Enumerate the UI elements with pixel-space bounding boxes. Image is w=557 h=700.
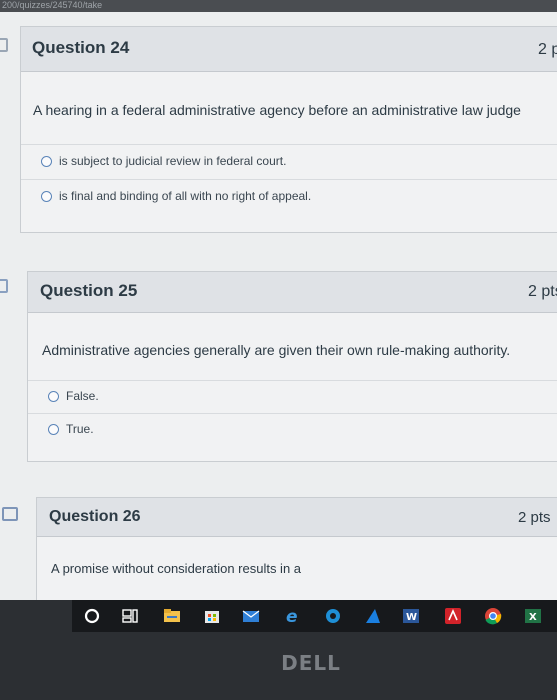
question-card-25: Question 25 2 pts Administrative agencie…: [27, 271, 557, 462]
cortana-icon[interactable]: [83, 607, 101, 625]
question-title: Question 24: [32, 38, 130, 57]
azure-icon[interactable]: [364, 607, 382, 625]
flag-question-icon[interactable]: [0, 279, 8, 293]
question-points: 2 pts: [528, 283, 557, 300]
dell-logo: DELL: [281, 651, 341, 675]
radio-button[interactable]: [41, 191, 52, 202]
question-header: Question 26 2 pts: [37, 498, 557, 537]
edge-icon[interactable]: e: [285, 607, 303, 625]
answer-label[interactable]: is subject to judicial review in federal…: [59, 154, 286, 168]
flag-question-icon[interactable]: [0, 38, 8, 52]
question-title: Question 25: [40, 281, 138, 300]
answer-option[interactable]: True.: [28, 413, 557, 447]
question-header: Question 24 2 p: [21, 27, 557, 72]
file-explorer-icon[interactable]: [163, 607, 181, 625]
radio-button[interactable]: [48, 424, 59, 435]
browser-viewport: 200/quizzes/245740/take Question 24 2 p …: [0, 0, 557, 600]
question-text: A promise without consideration results …: [51, 561, 302, 576]
task-view-icon[interactable]: [121, 607, 139, 625]
answer-label[interactable]: True.: [66, 422, 94, 436]
flag-question-icon[interactable]: [2, 507, 18, 521]
taskbar: e W X: [72, 600, 557, 632]
svg-text:X: X: [529, 612, 537, 623]
radio-button[interactable]: [41, 156, 52, 167]
mail-icon[interactable]: [242, 607, 260, 625]
svg-text:W: W: [406, 612, 417, 623]
chrome-icon[interactable]: [484, 607, 502, 625]
radio-button[interactable]: [48, 391, 59, 402]
acrobat-icon[interactable]: [444, 607, 462, 625]
answer-option[interactable]: is subject to judicial review in federal…: [21, 144, 557, 179]
store-icon[interactable]: [203, 607, 221, 625]
question-points: 2 pts: [518, 509, 551, 526]
word-icon[interactable]: W: [402, 607, 420, 625]
answer-label[interactable]: False.: [66, 389, 99, 403]
excel-icon[interactable]: X: [524, 607, 542, 625]
answer-option[interactable]: is final and binding of all with no righ…: [21, 179, 557, 215]
question-header: Question 25 2 pts: [28, 272, 557, 313]
question-text: Administrative agencies generally are gi…: [42, 342, 511, 358]
ie-icon[interactable]: [324, 607, 342, 625]
question-text: A hearing in a federal administrative ag…: [33, 102, 521, 118]
question-points: 2 p: [538, 41, 557, 58]
svg-text:e: e: [286, 607, 298, 625]
question-title: Question 26: [49, 508, 141, 525]
address-bar[interactable]: 200/quizzes/245740/take: [0, 0, 557, 12]
question-card-24: Question 24 2 p A hearing in a federal a…: [20, 26, 557, 233]
answer-option[interactable]: False.: [28, 380, 557, 413]
question-card-26: Question 26 2 pts A promise without cons…: [36, 497, 557, 600]
answer-label[interactable]: is final and binding of all with no righ…: [59, 189, 311, 203]
